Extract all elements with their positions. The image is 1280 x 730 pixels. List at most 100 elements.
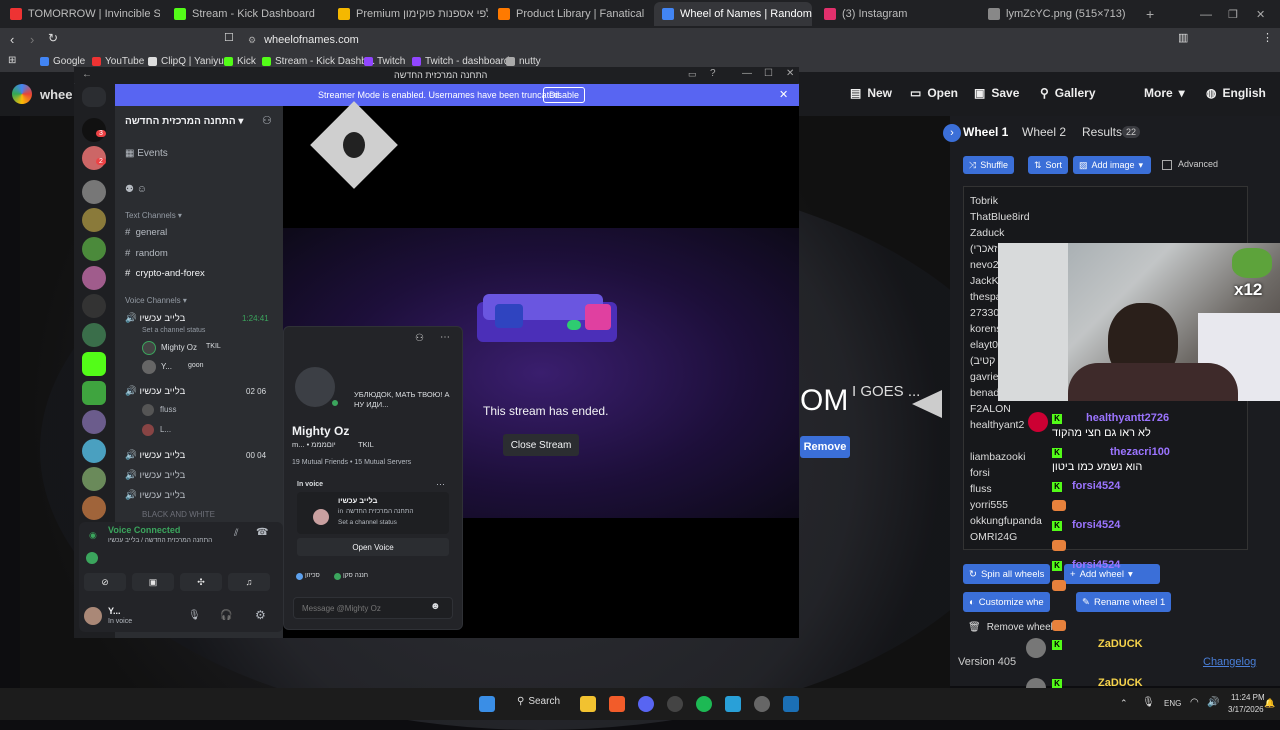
- bookmark-twitch-dashboard[interactable]: Twitch - dashboard: [412, 56, 510, 67]
- app-icon[interactable]: [667, 696, 683, 712]
- more-button[interactable]: More ▾: [1144, 86, 1185, 100]
- remove-button[interactable]: Remove: [800, 436, 850, 458]
- kick-server-icon[interactable]: [82, 352, 106, 376]
- invite-icon[interactable]: ⚇: [262, 114, 272, 127]
- open-button[interactable]: ▭ Open: [910, 86, 958, 100]
- server-icon[interactable]: [82, 294, 106, 318]
- gallery-button[interactable]: ⚲ Gallery: [1040, 86, 1096, 100]
- new-tab-button[interactable]: +: [1146, 4, 1154, 24]
- tab-1[interactable]: TOMORROW | Invincible Season 4 O: [10, 4, 160, 24]
- voice-member[interactable]: חננה סקן: [343, 572, 368, 579]
- bookmark-youtube[interactable]: YouTube: [92, 56, 144, 67]
- tab-wheel-1[interactable]: Wheel 1: [963, 125, 1008, 139]
- text-channels-header[interactable]: Text Channels ▾: [125, 211, 182, 220]
- inbox-icon[interactable]: ▭: [688, 69, 697, 80]
- open-voice-button[interactable]: Open Voice: [297, 538, 449, 556]
- server-icon[interactable]: [82, 266, 106, 290]
- server-icon[interactable]: [82, 208, 106, 232]
- clock-date[interactable]: 3/17/2026: [1228, 705, 1264, 714]
- voice-user-name[interactable]: Mighty Oz: [161, 343, 197, 352]
- url-field[interactable]: ⚙ wheelofnames.com: [248, 31, 888, 49]
- voice-channel[interactable]: 🔊 בלייב עכשיו: [125, 470, 185, 481]
- voice-channel-label[interactable]: BLACK AND WHITE: [142, 510, 215, 519]
- soundboard-button[interactable]: ♫: [228, 573, 270, 591]
- language-indicator[interactable]: ENG: [1164, 699, 1181, 708]
- server-icon[interactable]: [82, 237, 106, 261]
- more-options-icon[interactable]: ⋯: [436, 479, 445, 490]
- headphones-icon[interactable]: 🎧: [220, 610, 232, 621]
- tab-2[interactable]: Stream - Kick Dashboard: [174, 4, 324, 24]
- channel-random[interactable]: # random: [125, 248, 168, 259]
- bookmark-nutty[interactable]: nutty: [506, 56, 541, 67]
- new-button[interactable]: ▤ New: [850, 86, 892, 100]
- spin-all-button[interactable]: ↻ Spin all wheels: [963, 564, 1051, 584]
- channel-general[interactable]: # general: [125, 227, 167, 238]
- tab-3[interactable]: Premium מארז קלפי אספנות פוקימון: [338, 4, 488, 24]
- brave-icon[interactable]: [609, 696, 625, 712]
- add-image-button[interactable]: ▨ Add image ▾: [1073, 156, 1151, 174]
- obs-icon[interactable]: [754, 696, 770, 712]
- shuffle-button[interactable]: ⤨ Shuffle: [963, 156, 1015, 174]
- disable-streamer-button[interactable]: Disable: [543, 87, 586, 103]
- tray-chevron-icon[interactable]: ⌃: [1120, 698, 1128, 709]
- tab-4[interactable]: Product Library | Fanatical: [498, 4, 648, 24]
- app-icon[interactable]: [725, 696, 741, 712]
- collapse-icon[interactable]: ›: [943, 124, 961, 142]
- apps-icon[interactable]: ⊞: [8, 55, 16, 66]
- voice-card-status[interactable]: Set a channel status: [338, 519, 397, 526]
- discord-home-icon[interactable]: [82, 87, 106, 107]
- server-icon[interactable]: [82, 496, 106, 520]
- discord-icon[interactable]: [638, 696, 654, 712]
- won-logo-text[interactable]: whee: [40, 87, 73, 102]
- remove-wheel-button[interactable]: 🗑 Remove wheel: [968, 622, 1053, 633]
- close-banner-icon[interactable]: ✕: [779, 88, 788, 101]
- bookmark-kick[interactable]: Kick: [224, 56, 256, 67]
- voice-user-name[interactable]: Y...: [161, 362, 172, 371]
- server-icon[interactable]: [82, 323, 106, 347]
- screenshare-button[interactable]: ▣: [132, 573, 174, 591]
- tab-7[interactable]: lymZcYC.png (515×713): [988, 4, 1138, 24]
- bookmark-clipq[interactable]: ClipQ | Yaniyu: [148, 56, 224, 67]
- save-button[interactable]: ▣ Save: [974, 86, 1019, 100]
- channel-crypto-and-forex[interactable]: # crypto-and-forex: [125, 268, 205, 279]
- bookmark-twitch[interactable]: Twitch: [364, 56, 405, 67]
- noise-suppression-icon[interactable]: ⫽: [234, 528, 238, 539]
- windows-start-icon[interactable]: [479, 696, 495, 712]
- back-icon[interactable]: ←: [82, 69, 92, 80]
- tab-results[interactable]: Results: [1082, 125, 1122, 139]
- steam-icon[interactable]: [783, 696, 799, 712]
- notification-icon[interactable]: 🔔: [1264, 698, 1275, 709]
- changelog-link[interactable]: Changelog: [1203, 656, 1256, 668]
- voice-channels-header[interactable]: Voice Channels ▾: [125, 296, 187, 305]
- channel-status[interactable]: Set a channel status: [142, 327, 205, 334]
- server-icon[interactable]: [82, 467, 106, 491]
- disconnect-icon[interactable]: ☎: [256, 527, 268, 538]
- tab-6[interactable]: (3) Instagram: [824, 4, 974, 24]
- voice-user-name[interactable]: L...: [160, 425, 171, 434]
- camera-button[interactable]: ⊘: [84, 573, 126, 591]
- minimize-icon[interactable]: —: [742, 68, 752, 79]
- bookmark-icon[interactable]: ☐: [224, 31, 234, 44]
- sidebar-icon[interactable]: ▥: [1178, 31, 1188, 44]
- me-avatar[interactable]: [84, 607, 102, 625]
- gear-icon[interactable]: ⚙: [255, 608, 266, 622]
- close-stream-button[interactable]: Close Stream: [503, 434, 579, 456]
- site-info-icon[interactable]: ⚙: [248, 35, 256, 46]
- sort-button[interactable]: ⇅ Sort: [1028, 156, 1069, 174]
- maximize-icon[interactable]: ☐: [764, 68, 773, 79]
- maximize-icon[interactable]: ❐: [1228, 4, 1238, 24]
- voice-connected-label[interactable]: Voice Connected: [108, 525, 180, 535]
- menu-icon[interactable]: ⋮: [1262, 31, 1273, 44]
- close-window-icon[interactable]: ✕: [1256, 4, 1265, 24]
- file-explorer-icon[interactable]: [580, 696, 596, 712]
- server-name-button[interactable]: התחנה המרכזית החדשה ▾: [125, 116, 243, 127]
- volume-icon[interactable]: 🔊: [1207, 697, 1219, 708]
- channel-emoji-row[interactable]: ⚉ ☺: [125, 184, 147, 195]
- taskbar-search[interactable]: ⚲ Search: [517, 696, 560, 707]
- reload-icon[interactable]: ↻: [48, 31, 58, 45]
- language-button[interactable]: ◍ English: [1206, 86, 1266, 100]
- voice-channel[interactable]: 🔊 בלייב עכשיו: [125, 386, 185, 397]
- microphone-icon[interactable]: 🎙: [188, 610, 201, 621]
- minimize-icon[interactable]: —: [1200, 4, 1212, 24]
- add-friend-icon[interactable]: ⚇: [415, 333, 424, 344]
